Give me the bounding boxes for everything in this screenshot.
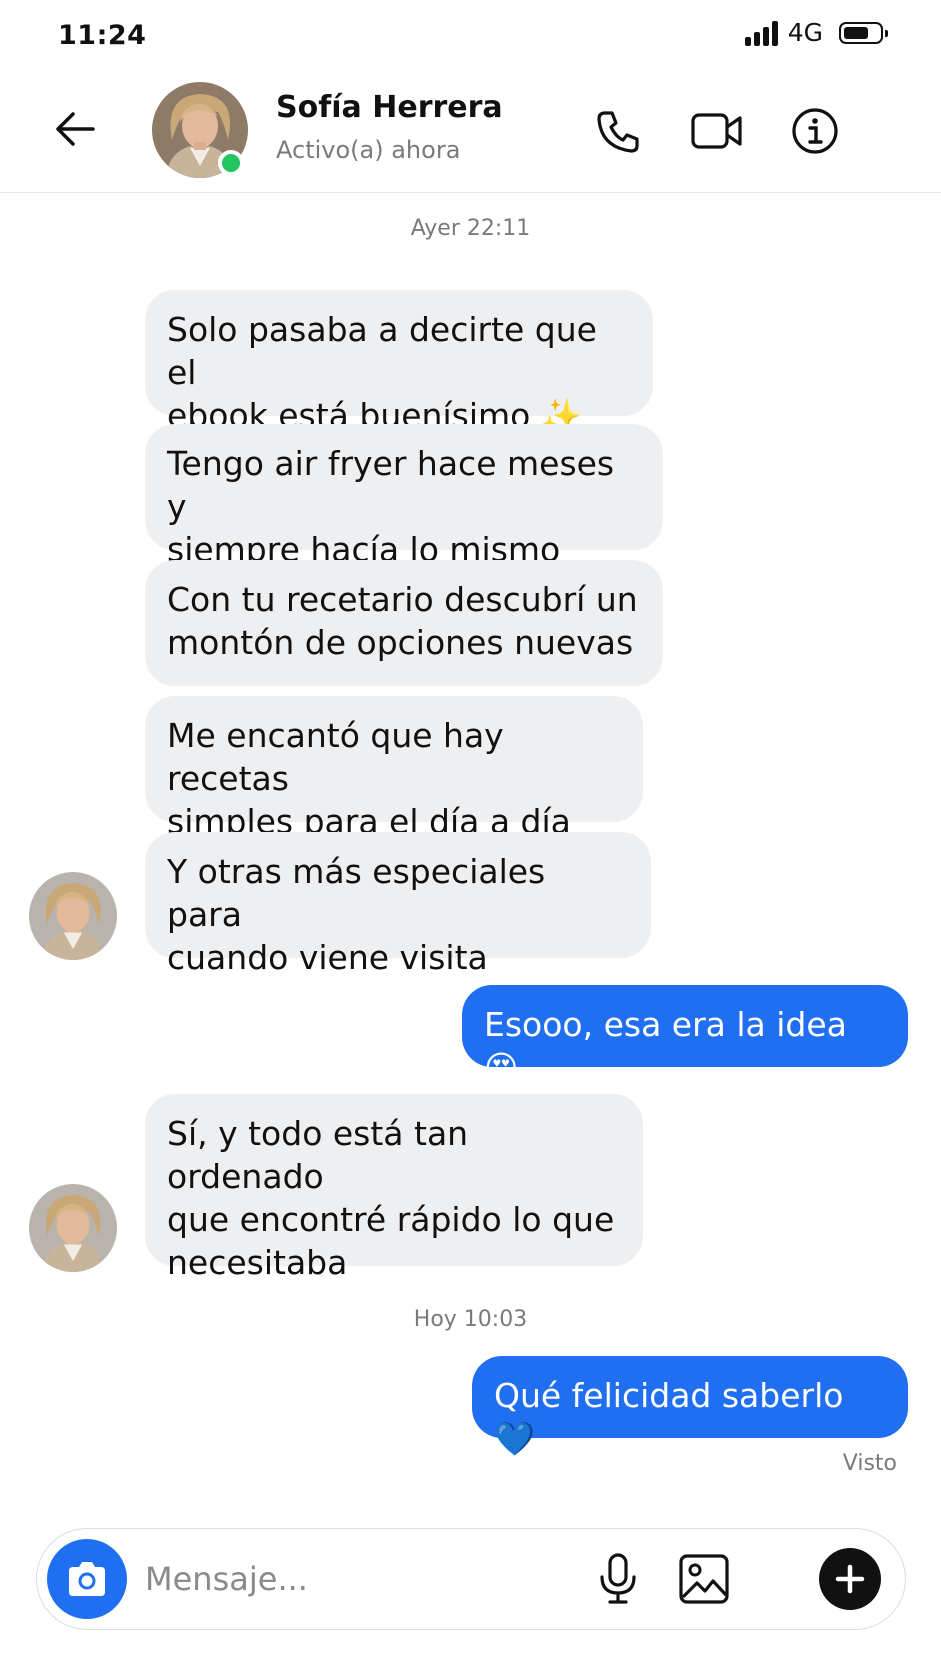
back-arrow-icon: [56, 112, 95, 146]
status-indicators: 4G: [744, 18, 888, 47]
gallery-button[interactable]: [673, 1548, 735, 1610]
message-input[interactable]: [143, 1551, 607, 1607]
timestamp: Ayer 22:11: [410, 216, 531, 241]
message-bubble-incoming[interactable]: Tengo air fryer hace meses y siempre hac…: [145, 424, 663, 569]
call-button[interactable]: [592, 104, 646, 158]
message-bubble-outgoing[interactable]: Qué felicidad saberlo 💙: [472, 1356, 908, 1458]
voice-button[interactable]: [587, 1548, 649, 1610]
video-call-button[interactable]: [690, 104, 744, 158]
message-bubble-incoming[interactable]: Solo pasaba a decirte que el ebook está …: [145, 290, 653, 435]
contact-name[interactable]: Sofía Herrera: [276, 90, 503, 125]
status-bar: 11:24 4G: [0, 0, 941, 70]
seen-receipt: Visto: [842, 1451, 897, 1476]
plus-icon: [835, 1564, 865, 1594]
sender-avatar[interactable]: [29, 1184, 117, 1272]
sender-avatar[interactable]: [29, 872, 117, 960]
more-options-button[interactable]: [819, 1548, 881, 1610]
message-bubble-incoming[interactable]: Con tu recetario descubrí un montón de o…: [145, 560, 663, 686]
back-button[interactable]: [50, 104, 100, 154]
image-icon: [679, 1554, 729, 1604]
phone-icon: [597, 111, 639, 153]
info-icon: [792, 108, 838, 154]
info-button[interactable]: [788, 104, 842, 158]
message-bubble-incoming[interactable]: Sí, y todo está tan ordenado que encontr…: [145, 1094, 643, 1282]
camera-button[interactable]: [47, 1539, 127, 1619]
camera-icon: [69, 1562, 105, 1596]
signal-icon: [744, 20, 778, 46]
timestamp: Hoy 10:03: [413, 1307, 528, 1332]
message-bubble-outgoing[interactable]: Esooo, esa era la idea 😍: [462, 985, 908, 1087]
battery-icon: [839, 21, 888, 44]
video-camera-icon: [691, 113, 742, 149]
microphone-icon: [600, 1553, 636, 1604]
chat-header: Sofía Herrera Activo(a) ahora: [0, 70, 941, 193]
network-type: 4G: [787, 18, 823, 47]
status-time: 11:24: [58, 20, 147, 51]
online-status-dot: [218, 150, 244, 176]
message-bubble-incoming[interactable]: Me encantó que hay recetas simples para …: [145, 696, 643, 841]
message-bubble-incoming[interactable]: Y otras más especiales para cuando viene…: [145, 832, 651, 977]
message-composer: [36, 1528, 906, 1630]
contact-status: Activo(a) ahora: [276, 136, 461, 164]
